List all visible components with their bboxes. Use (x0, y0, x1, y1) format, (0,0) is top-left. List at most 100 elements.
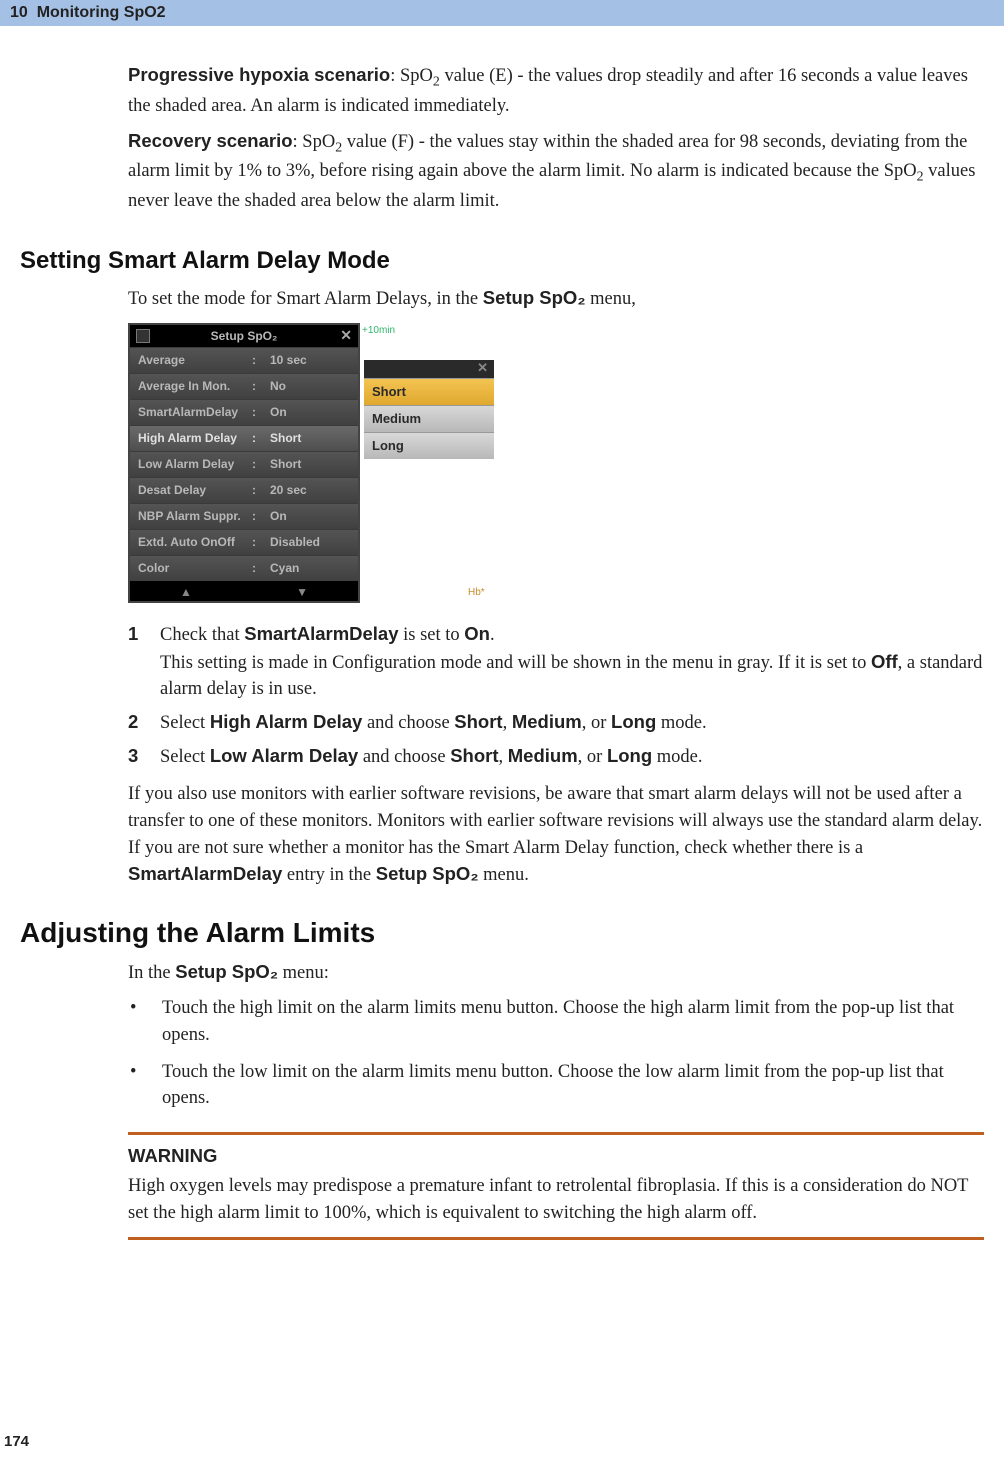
menu-row-value: Short (260, 431, 350, 445)
dropdown-option-label: Long (372, 438, 404, 453)
intro-p1-a: : SpO (390, 66, 433, 86)
t: Long (611, 711, 656, 732)
dropdown-option-short[interactable]: Short (364, 378, 494, 405)
scroll-up-icon[interactable]: ▲ (180, 585, 192, 599)
section2-lead: In the Setup SpO₂ menu: (128, 959, 984, 987)
bullet-icon: • (128, 995, 162, 1049)
t: In the (128, 963, 175, 983)
t: , or (578, 747, 607, 767)
dropdown-option-label: Short (372, 384, 406, 399)
t: Setup SpO₂ (175, 961, 278, 982)
after-steps-p: If you also use monitors with earlier so… (128, 781, 984, 889)
warning-text: High oxygen levels may predispose a prem… (128, 1173, 984, 1227)
warning-rule-bottom (128, 1237, 984, 1240)
menu-row-label: High Alarm Delay (138, 431, 248, 445)
t: Off (871, 651, 898, 672)
menu-row-nbp-alarm-suppr[interactable]: NBP Alarm Suppr.: On (130, 503, 358, 529)
step-1: 1 Check that SmartAlarmDelay is set to O… (128, 621, 984, 703)
bullet-text: Touch the low limit on the alarm limits … (162, 1059, 984, 1113)
t: Short (450, 745, 498, 766)
menu-row-label: Average In Mon. (138, 379, 248, 393)
bullet-1: • Touch the high limit on the alarm limi… (128, 995, 984, 1049)
menu-row-value: Short (260, 457, 350, 471)
menu-icon (136, 329, 150, 343)
menu-row-extd-auto-onoff[interactable]: Extd. Auto OnOff: Disabled (130, 529, 358, 555)
chapter-title: Monitoring SpO2 (37, 4, 166, 21)
t: Setup SpO₂ (376, 863, 479, 884)
t: Medium (512, 711, 582, 732)
section1-lead-a: To set the mode for Smart Alarm Delays, … (128, 289, 483, 309)
dropdown-titlebar: ✕ (364, 360, 494, 378)
menu-row-value: No (260, 379, 350, 393)
intro-p1: Progressive hypoxia scenario: SpO2 value… (128, 62, 984, 120)
bullet-icon: • (128, 1059, 162, 1113)
t: entry in the (282, 865, 376, 885)
t: Low Alarm Delay (210, 745, 358, 766)
menu-row-value: 10 sec (260, 353, 350, 367)
t: High Alarm Delay (210, 711, 363, 732)
menu-row-label: Low Alarm Delay (138, 457, 248, 471)
menu-row-label: Color (138, 561, 248, 575)
step-2: 2 Select High Alarm Delay and choose Sho… (128, 709, 984, 737)
t: Select (160, 747, 210, 767)
section2-bullets: • Touch the high limit on the alarm limi… (128, 995, 984, 1112)
after-steps-paragraph: If you also use monitors with earlier so… (128, 781, 984, 889)
close-icon[interactable]: ✕ (477, 360, 488, 376)
page-number: 174 (4, 1433, 29, 1450)
step-text: Select Low Alarm Delay and choose Short,… (160, 743, 984, 771)
section1-lead-b: Setup SpO₂ (483, 287, 586, 308)
t: , (499, 747, 508, 767)
menu-row-smartalarmdelay[interactable]: SmartAlarmDelay: On (130, 399, 358, 425)
menu-row-color[interactable]: Color: Cyan (130, 555, 358, 581)
bullet-2: • Touch the low limit on the alarm limit… (128, 1059, 984, 1113)
steps-list: 1 Check that SmartAlarmDelay is set to O… (128, 621, 984, 771)
section1-lead-c: menu, (586, 289, 636, 309)
t: and choose (362, 713, 454, 733)
menu-title-bar: Setup SpO₂ ✕ (130, 325, 358, 347)
subscript-2: 2 (917, 170, 924, 185)
t: . (490, 625, 495, 645)
t: and choose (358, 747, 450, 767)
warning-rule-top (128, 1132, 984, 1135)
setup-menu-panel: Setup SpO₂ ✕ Average: 10 sec Average In … (128, 323, 360, 603)
menu-row-low-alarm-delay[interactable]: Low Alarm Delay: Short (130, 451, 358, 477)
menu-row-value: Disabled (260, 535, 350, 549)
menu-row-desat-delay[interactable]: Desat Delay: 20 sec (130, 477, 358, 503)
dropdown-option-medium[interactable]: Medium (364, 405, 494, 432)
step-text: Check that SmartAlarmDelay is set to On.… (160, 621, 984, 703)
t: If you also use monitors with earlier so… (128, 784, 982, 858)
intro-p2-bold: Recovery scenario (128, 130, 293, 151)
t: SmartAlarmDelay (244, 623, 398, 644)
menu-row-avg-in-mon[interactable]: Average In Mon.: No (130, 373, 358, 399)
menu-row-value: On (260, 509, 350, 523)
menu-row-high-alarm-delay[interactable]: High Alarm Delay: Short (130, 425, 358, 451)
t: menu. (479, 865, 529, 885)
section2-heading: Adjusting the Alarm Limits (20, 917, 984, 949)
scroll-down-icon[interactable]: ▼ (296, 585, 308, 599)
warning-title: WARNING (128, 1145, 984, 1167)
menu-footer: ▲ ▼ (130, 581, 358, 601)
menu-row-label: Extd. Auto OnOff (138, 535, 248, 549)
intro-paragraphs: Progressive hypoxia scenario: SpO2 value… (128, 62, 984, 215)
step-number: 3 (128, 743, 160, 771)
t: This setting is made in Configuration mo… (160, 653, 871, 673)
subscript-2: 2 (433, 75, 440, 90)
t: mode. (652, 747, 702, 767)
menu-row-value: 20 sec (260, 483, 350, 497)
dropdown-option-label: Medium (372, 411, 421, 426)
section1-lead-p: To set the mode for Smart Alarm Delays, … (128, 285, 984, 313)
dropdown-option-long[interactable]: Long (364, 432, 494, 459)
page: 10 Monitoring SpO2 Progressive hypoxia s… (0, 0, 1004, 1476)
menu-row-average[interactable]: Average: 10 sec (130, 347, 358, 373)
t: Long (607, 745, 652, 766)
setup-screenshot: Setup SpO₂ ✕ Average: 10 sec Average In … (128, 323, 984, 603)
t: , or (582, 713, 611, 733)
t: SmartAlarmDelay (128, 863, 282, 884)
close-icon[interactable]: ✕ (340, 327, 352, 344)
chapter-number: 10 (10, 4, 28, 21)
step-text: Select High Alarm Delay and choose Short… (160, 709, 984, 737)
menu-row-value: On (260, 405, 350, 419)
time-badge: +10min (362, 325, 494, 336)
t: Check that (160, 625, 244, 645)
step-number: 1 (128, 621, 160, 703)
